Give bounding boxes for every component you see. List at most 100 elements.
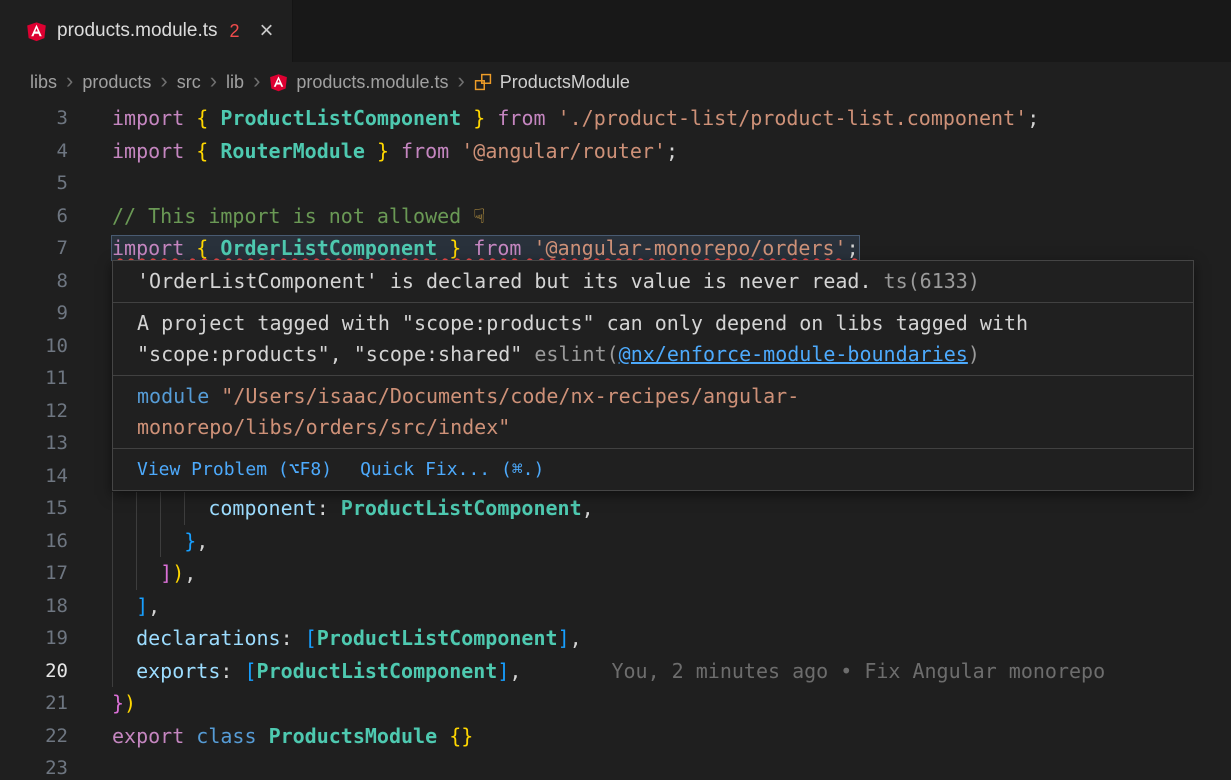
hover-section: module "/Users/isaac/Documents/code/nx-r… xyxy=(113,376,1193,449)
code-token: {} xyxy=(449,724,473,748)
code-content[interactable]: import { RouterModule } from '@angular/r… xyxy=(68,135,1231,168)
code-token: import xyxy=(112,139,184,163)
code-token: exports xyxy=(136,659,220,683)
code-token: , xyxy=(582,496,594,520)
code-content[interactable] xyxy=(68,752,1231,780)
view-problem-action[interactable]: View Problem (⌥F8) xyxy=(137,454,332,485)
code-line[interactable]: 3import { ProductListComponent } from '.… xyxy=(0,102,1231,135)
code-line[interactable]: 20 exports: [ProductListComponent],You, … xyxy=(0,655,1231,688)
line-number[interactable]: 23 xyxy=(0,752,68,780)
code-line[interactable]: 18 ], xyxy=(0,590,1231,623)
code-token: ProductListComponent xyxy=(220,106,461,130)
editor: 3import { ProductListComponent } from '.… xyxy=(0,102,1231,780)
breadcrumb-item-symbol-products-module[interactable]: ProductsModule xyxy=(474,72,630,93)
code-line[interactable]: 22export class ProductsModule {} xyxy=(0,720,1231,753)
line-number[interactable]: 16 xyxy=(0,525,68,558)
code-token: [ xyxy=(244,659,256,683)
line-number[interactable]: 8 xyxy=(0,265,68,298)
line-number[interactable]: 12 xyxy=(0,395,68,428)
line-number[interactable]: 21 xyxy=(0,687,68,720)
breadcrumb-item-src[interactable]: src xyxy=(177,72,201,93)
code-token: : xyxy=(281,626,305,650)
tab-products-module[interactable]: products.module.ts 2 × xyxy=(0,0,293,62)
code-content[interactable]: // This import is not allowed ☟ xyxy=(68,200,1231,233)
code-token: ProductListComponent xyxy=(317,626,558,650)
code-token xyxy=(437,724,449,748)
indent-guide xyxy=(112,557,113,590)
tab-label: products.module.ts xyxy=(57,20,218,42)
code-content[interactable]: exports: [ProductListComponent],You, 2 m… xyxy=(68,655,1231,688)
line-number[interactable]: 13 xyxy=(0,427,68,460)
line-number[interactable]: 4 xyxy=(0,135,68,168)
code-content[interactable]: component: ProductListComponent, xyxy=(68,492,1231,525)
code-token: } xyxy=(473,106,485,130)
line-number[interactable]: 22 xyxy=(0,720,68,753)
line-number[interactable]: 20 xyxy=(0,655,68,688)
line-number[interactable]: 19 xyxy=(0,622,68,655)
code-token xyxy=(485,106,497,130)
code-line[interactable]: 21}) xyxy=(0,687,1231,720)
hover-section: 'OrderListComponent' is declared but its… xyxy=(113,261,1193,303)
vscode-window: products.module.ts 2 × libs›products›src… xyxy=(0,0,1231,780)
code-token xyxy=(112,626,136,650)
breadcrumb-item-file-products-module[interactable]: products.module.ts xyxy=(269,72,448,93)
breadcrumb-label: libs xyxy=(30,72,57,93)
code-content[interactable]: }, xyxy=(68,525,1231,558)
breadcrumb-item-lib[interactable]: lib xyxy=(226,72,244,93)
code-token: declarations xyxy=(136,626,281,650)
code-token: ) xyxy=(124,691,136,715)
code-token: ProductListComponent xyxy=(257,659,498,683)
line-number[interactable]: 14 xyxy=(0,460,68,493)
code-content[interactable] xyxy=(68,167,1231,200)
code-line[interactable]: 23 xyxy=(0,752,1231,780)
hover-text: eslint( xyxy=(534,342,618,366)
code-line[interactable]: 4import { RouterModule } from '@angular/… xyxy=(0,135,1231,168)
line-number[interactable]: 11 xyxy=(0,362,68,395)
code-line[interactable]: 16 }, xyxy=(0,525,1231,558)
code-token xyxy=(184,724,196,748)
code-token: ) xyxy=(172,561,184,585)
indent-guide xyxy=(184,492,185,525)
code-line[interactable]: 17 ]), xyxy=(0,557,1231,590)
line-number[interactable]: 9 xyxy=(0,297,68,330)
line-number[interactable]: 15 xyxy=(0,492,68,525)
code-content[interactable]: declarations: [ProductListComponent], xyxy=(68,622,1231,655)
code-token: ] xyxy=(497,659,509,683)
line-number[interactable]: 3 xyxy=(0,102,68,135)
code-content[interactable]: ], xyxy=(68,590,1231,623)
code-line[interactable]: 15 component: ProductListComponent, xyxy=(0,492,1231,525)
code-token: // This import is not allowed xyxy=(112,204,473,228)
breadcrumb-item-libs[interactable]: libs xyxy=(30,72,57,93)
quick-fix-action[interactable]: Quick Fix... (⌘.) xyxy=(360,454,544,485)
code-token: import xyxy=(112,106,184,130)
error-squiggle-range[interactable]: import { OrderListComponent } from '@ang… xyxy=(112,236,859,260)
code-token: , xyxy=(570,626,582,650)
eslint-rule-link[interactable]: @nx/enforce-module-boundaries xyxy=(619,342,968,366)
chevron-right-icon: › xyxy=(160,70,167,92)
indent-guide xyxy=(136,525,137,558)
code-content[interactable]: export class ProductsModule {} xyxy=(68,720,1231,753)
code-token: ; xyxy=(1027,106,1039,130)
line-number[interactable]: 5 xyxy=(0,167,68,200)
code-token: { xyxy=(196,139,208,163)
code-line[interactable]: 6// This import is not allowed ☟ xyxy=(0,200,1231,233)
close-icon[interactable]: × xyxy=(260,19,274,43)
code-line[interactable]: 19 declarations: [ProductListComponent], xyxy=(0,622,1231,655)
code-token: from xyxy=(497,106,545,130)
code-content[interactable]: ]), xyxy=(68,557,1231,590)
line-number[interactable]: 6 xyxy=(0,200,68,233)
line-number[interactable]: 7 xyxy=(0,232,68,265)
code-token xyxy=(546,106,558,130)
line-number[interactable]: 18 xyxy=(0,590,68,623)
line-number[interactable]: 17 xyxy=(0,557,68,590)
breadcrumb-item-products[interactable]: products xyxy=(82,72,151,93)
code-token xyxy=(461,106,473,130)
code-line[interactable]: 5 xyxy=(0,167,1231,200)
hover-actions: View Problem (⌥F8) Quick Fix... (⌘.) xyxy=(113,449,1193,490)
line-number[interactable]: 10 xyxy=(0,330,68,363)
code-content[interactable]: }) xyxy=(68,687,1231,720)
code-token: , xyxy=(196,529,208,553)
breadcrumb: libs›products›src›lib›products.module.ts… xyxy=(0,62,1231,102)
breadcrumb-label: ProductsModule xyxy=(500,72,630,93)
code-content[interactable]: import { ProductListComponent } from './… xyxy=(68,102,1231,135)
